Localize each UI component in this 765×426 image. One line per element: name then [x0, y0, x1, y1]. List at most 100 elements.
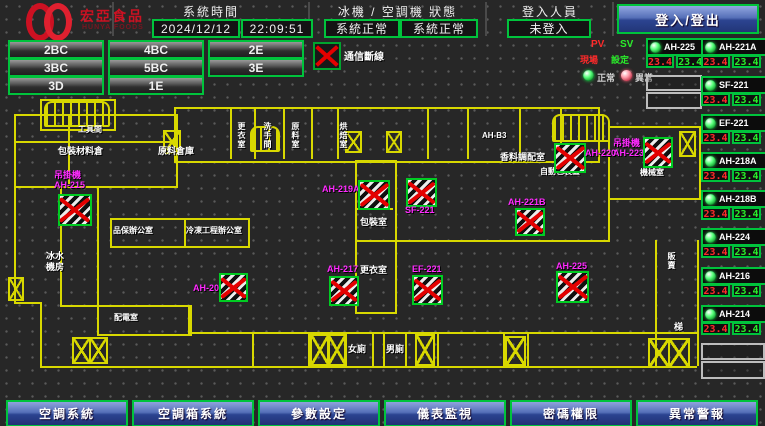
menu-button-meter-monitor[interactable]: 儀表監視 [384, 400, 506, 426]
unit-status-lamp [705, 80, 716, 91]
unit-sv-value: 23.4 [732, 207, 761, 220]
shaft-icon [679, 131, 696, 157]
comm-fail-device[interactable] [515, 208, 545, 236]
unit-ah-214[interactable]: AH-214 [701, 305, 765, 323]
unit-sf-221[interactable]: SF-221 [701, 76, 765, 94]
chiller-status-value: 系統正常 [324, 19, 400, 38]
device-label: AH-217 [327, 264, 358, 274]
unit-name-label: AH-218A [719, 156, 757, 166]
device-label: EF-221 [412, 264, 442, 274]
unit-sv-value: 23.4 [732, 322, 761, 335]
floor-button-4bc[interactable]: 4BC [108, 40, 204, 59]
wall [608, 196, 610, 242]
wall [311, 107, 313, 159]
shaft-icon [415, 334, 435, 366]
unit-pv-value: 23.4 [701, 284, 730, 297]
shaft-icon [8, 277, 24, 301]
unit-pv-value: 23.4 [646, 55, 674, 68]
comm-fail-device[interactable] [406, 178, 437, 207]
comm-fail-device[interactable] [556, 271, 589, 303]
room-label-office2: 冷凍工程辦公室 [186, 225, 242, 236]
wall [14, 302, 42, 304]
comm-fail-device[interactable] [412, 275, 443, 305]
wall [697, 240, 699, 366]
floor-button-2e[interactable]: 2E [208, 40, 304, 59]
wall [467, 107, 469, 159]
room-label-stair: 梯 [674, 320, 683, 333]
menu-button-ahu-system[interactable]: 空調箱系統 [132, 400, 254, 426]
comm-fail-device[interactable] [358, 180, 390, 210]
shaft-icon [386, 131, 402, 153]
unit-status-lamp [705, 232, 716, 243]
room-label-chiller-2: 機房 [46, 260, 64, 273]
unit-status-lamp [705, 309, 716, 320]
unit-status-lamp [705, 42, 716, 53]
device-label: AH-223 [613, 148, 644, 158]
room-label-mtoilet: 男廁 [386, 342, 404, 355]
logo-icon [44, 3, 72, 41]
comm-fail-device[interactable] [643, 137, 673, 168]
unit-sv-value: 23.4 [732, 93, 761, 106]
unit-ah-218a[interactable]: AH-218A [701, 152, 765, 170]
floor-button-3d[interactable]: 3D [8, 76, 104, 95]
login-logout-button[interactable]: 登入/登出 [617, 4, 759, 34]
room-label-machine: 機械室 [640, 167, 664, 178]
menu-button-password[interactable]: 密碼權限 [510, 400, 632, 426]
unit-name-label: AH-214 [719, 309, 750, 319]
unit-ah-216[interactable]: AH-216 [701, 267, 765, 285]
shaft-icon [505, 336, 526, 366]
comm-fail-label: 通信斷線 [344, 48, 384, 63]
wall [437, 332, 439, 366]
shaft-icon [648, 338, 670, 368]
unit-status-lamp [705, 156, 716, 167]
unit-sv-value: 23.4 [732, 169, 761, 182]
abnormal-lamp-icon [621, 70, 632, 81]
menu-button-ac-system[interactable]: 空調系統 [6, 400, 128, 426]
floor-button-3e[interactable]: 3E [208, 58, 304, 77]
shaft-icon [89, 337, 108, 364]
room-label-raw-store: 原料倉庫 [158, 144, 194, 157]
unit-pv-value: 23.4 [701, 245, 730, 258]
login-status-value: 未登入 [507, 19, 591, 38]
wall [252, 332, 254, 366]
comm-fail-device[interactable] [219, 273, 248, 302]
room-label-packing: 包裝室 [360, 215, 387, 228]
unit-sv-value: 23.4 [676, 55, 704, 68]
comm-fail-device[interactable] [554, 143, 586, 173]
floor-button-1e[interactable]: 1E [108, 76, 204, 95]
unit-ah-221a[interactable]: AH-221A [701, 38, 765, 56]
unit-name-label: AH-224 [719, 232, 750, 242]
system-time-label: 系統時間 [115, 3, 307, 20]
ahu-status-value: 系統正常 [400, 19, 478, 38]
device-label: SF-221 [405, 205, 435, 215]
floor-button-5bc[interactable]: 5BC [108, 58, 204, 77]
floor-button-3bc[interactable]: 3BC [8, 58, 104, 77]
pv-name-label: 現場 [580, 53, 598, 66]
unit-ah-224[interactable]: AH-224 [701, 228, 765, 246]
unit-ef-221[interactable]: EF-221 [701, 114, 765, 132]
system-date-value: 2024/12/12 [152, 19, 240, 38]
wall [527, 332, 529, 366]
floor-button-2bc[interactable]: 2BC [8, 40, 104, 59]
system-time-value: 22:09:51 [241, 19, 313, 38]
wall [372, 332, 374, 366]
wall [383, 332, 385, 366]
shaft-icon [668, 338, 690, 368]
room-label-v1: 更衣室 [236, 122, 247, 149]
device-label: AH-219A [322, 184, 360, 194]
unit-status-lamp [705, 194, 716, 205]
room-label-locker: 更衣室 [360, 263, 387, 276]
room-label-office1: 品保辦公室 [113, 225, 153, 236]
unit-ah-218b[interactable]: AH-218B [701, 190, 765, 208]
unit-ah-225[interactable]: AH-225 [646, 38, 704, 56]
device-label: AH-220 [585, 148, 616, 158]
device-label: AH-215 [54, 180, 85, 190]
unit-pv-value: 23.4 [701, 322, 730, 335]
menu-button-param-setting[interactable]: 參數設定 [258, 400, 380, 426]
menu-button-alarm[interactable]: 異常警報 [636, 400, 758, 426]
unit-name-label: AH-225 [664, 42, 695, 52]
wall [40, 302, 42, 368]
comm-fail-device[interactable] [58, 194, 92, 226]
comm-fail-device[interactable] [329, 276, 359, 306]
normal-lamp-icon [583, 70, 594, 81]
